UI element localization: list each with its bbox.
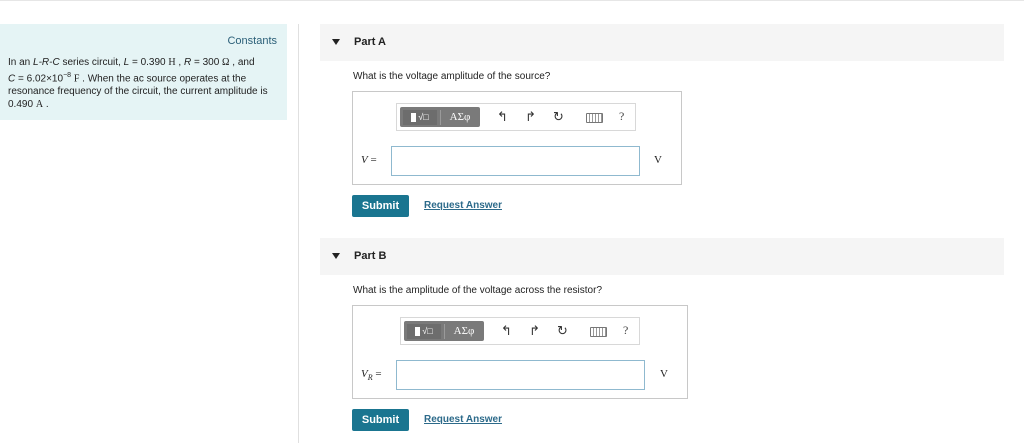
part-b-answer-input[interactable] bbox=[396, 360, 645, 390]
caret-down-icon[interactable] bbox=[332, 39, 340, 45]
redo-icon[interactable]: ↱ bbox=[525, 109, 536, 125]
keyboard-icon[interactable] bbox=[586, 113, 603, 123]
toolbar-format-group: √□ ΑΣφ bbox=[400, 107, 480, 127]
part-a-header[interactable]: Part A bbox=[320, 24, 1004, 61]
keyboard-icon[interactable] bbox=[590, 327, 607, 337]
math-toolbar: √□ ΑΣφ ↰ ↱ ↻ ? bbox=[396, 103, 636, 131]
part-a-answer-input[interactable] bbox=[391, 146, 640, 176]
part-a-question: What is the voltage amplitude of the sou… bbox=[353, 71, 551, 82]
answer-variable-label: V = bbox=[361, 154, 377, 166]
math-toolbar: √□ ΑΣφ ↰ ↱ ↻ ? bbox=[400, 317, 640, 345]
templates-button[interactable]: √□ bbox=[407, 324, 441, 339]
part-b-request-answer-link[interactable]: Request Answer bbox=[424, 414, 502, 425]
templates-button[interactable]: √□ bbox=[403, 110, 437, 125]
part-a-title: Part A bbox=[354, 36, 386, 48]
undo-icon[interactable]: ↰ bbox=[501, 323, 512, 339]
undo-icon[interactable]: ↰ bbox=[497, 109, 508, 125]
answer-unit: V bbox=[660, 368, 668, 380]
answer-variable-label: VR = bbox=[361, 368, 382, 383]
part-b-submit-button[interactable]: Submit bbox=[352, 409, 409, 431]
caret-down-icon[interactable] bbox=[332, 253, 340, 259]
top-divider bbox=[0, 0, 1024, 1]
reset-icon[interactable]: ↻ bbox=[553, 109, 564, 125]
part-a-submit-button[interactable]: Submit bbox=[352, 195, 409, 217]
reset-icon[interactable]: ↻ bbox=[557, 323, 568, 339]
greek-symbols-button[interactable]: ΑΣφ bbox=[444, 324, 483, 339]
problem-statement: In an L-R-C series circuit, L = 0.390 H … bbox=[8, 57, 268, 111]
constants-link[interactable]: Constants bbox=[227, 35, 277, 47]
part-a-answer-box: √□ ΑΣφ ↰ ↱ ↻ ? V = V bbox=[352, 91, 682, 185]
part-b-answer-box: √□ ΑΣφ ↰ ↱ ↻ ? VR = V bbox=[352, 305, 688, 399]
part-a-request-answer-link[interactable]: Request Answer bbox=[424, 200, 502, 211]
constants-panel: Constants In an L-R-C series circuit, L … bbox=[0, 24, 287, 120]
help-icon[interactable]: ? bbox=[623, 323, 628, 338]
toolbar-format-group: √□ ΑΣφ bbox=[404, 321, 484, 341]
help-icon[interactable]: ? bbox=[619, 109, 624, 124]
greek-symbols-button[interactable]: ΑΣφ bbox=[440, 110, 479, 125]
redo-icon[interactable]: ↱ bbox=[529, 323, 540, 339]
part-b-question: What is the amplitude of the voltage acr… bbox=[353, 285, 603, 296]
part-b-title: Part B bbox=[354, 250, 387, 262]
answer-unit: V bbox=[654, 154, 662, 166]
column-divider bbox=[298, 24, 299, 443]
part-b-header[interactable]: Part B bbox=[320, 238, 1004, 275]
